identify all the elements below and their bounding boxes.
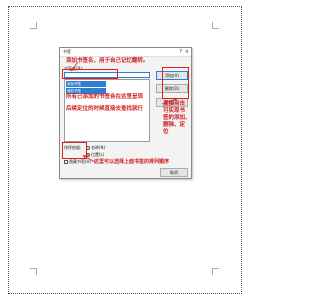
sort-by-name-label: 名称(N) <box>91 145 106 150</box>
sort-by-location-label: 位置(L) <box>91 152 105 157</box>
annotation-sort-note: 这里可以选择上面书签的排列顺序 <box>94 159 170 165</box>
margin-mark <box>212 22 219 29</box>
annotation-box-name <box>62 69 118 79</box>
annotation-line: 可实现书 <box>163 108 186 114</box>
annotation-name-note: 添加书签名，用于自己记忆翻转。 <box>66 58 149 64</box>
annotation-jump-note: 后续定位的时候直接去查找就行 <box>66 106 144 112</box>
hidden-bookmarks-option[interactable]: 隐藏书签(H) <box>64 159 91 165</box>
cancel-button[interactable]: 取消 <box>160 168 188 177</box>
list-item[interactable]: 添加书签 <box>66 81 106 87</box>
sort-by-name-option[interactable]: 名称(N) <box>86 145 105 151</box>
annotation-line: 签的添加、 <box>163 115 191 121</box>
annotation-box-buttons <box>162 67 189 99</box>
checkbox-icon[interactable] <box>64 160 68 164</box>
annotation-line: 位 <box>163 129 169 135</box>
hidden-bookmarks-label: 隐藏书签(H) <box>69 159 92 164</box>
help-button[interactable]: ? <box>179 49 182 55</box>
annotation-line: 删除、定 <box>163 122 186 128</box>
annotation-list-note: 所有已添加的书签会在这里呈现 <box>66 94 144 100</box>
annotation-buttons-note: 直接点击 可实现书 签的添加、 删除、定 位 <box>163 101 191 136</box>
close-icon[interactable]: × <box>185 49 189 55</box>
dialog-title: 书签 <box>63 49 71 54</box>
margin-mark <box>30 22 37 29</box>
margin-mark <box>212 268 219 275</box>
annotation-line: 直接点击 <box>163 101 186 107</box>
annotation-box-sort <box>62 142 87 159</box>
margin-mark <box>30 268 37 275</box>
